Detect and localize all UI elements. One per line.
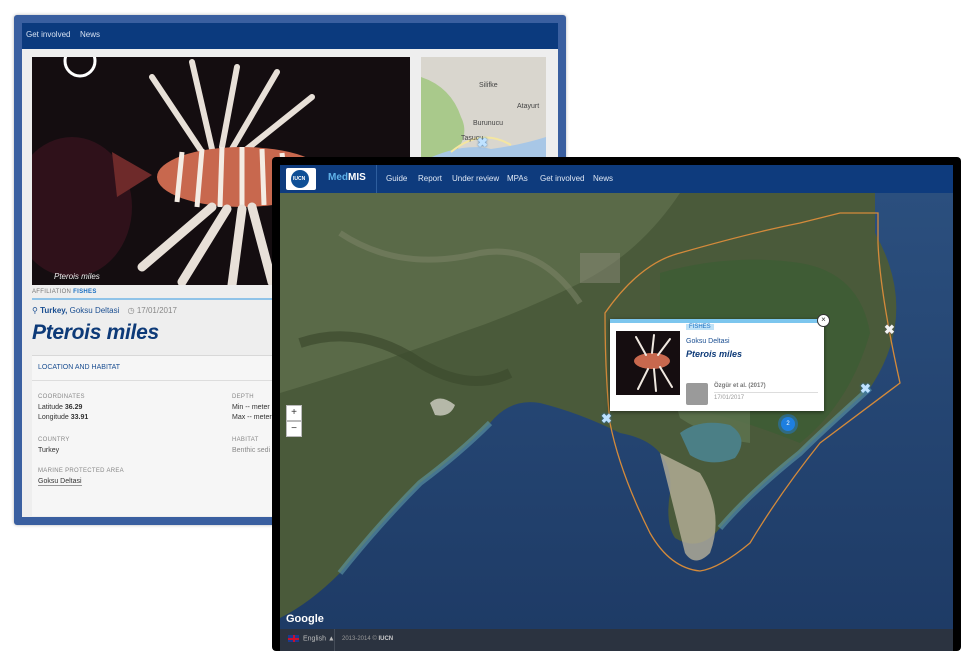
depth-label: DEPTH [232, 394, 254, 400]
iucn-logo[interactable]: IUCN [286, 168, 316, 190]
mpa-link[interactable]: Goksu Deltasi [38, 478, 82, 486]
minimap-terrain [421, 57, 546, 167]
footer-copyright: 2013-2014 © IUCN [342, 636, 393, 642]
map-imagery [280, 193, 953, 629]
latitude-label: Latitude [38, 404, 63, 411]
clock-icon: ◷ [127, 306, 135, 315]
observation-marker-icon[interactable]: ✖ [884, 323, 895, 336]
mpa-label: MARINE PROTECTED AREA [38, 468, 124, 474]
longitude-label: Longitude [38, 414, 69, 421]
longitude-value: 33.91 [70, 414, 89, 421]
zoom-out-button[interactable]: − [286, 421, 302, 437]
latitude-row: Latitude 36.29 [38, 404, 82, 411]
language-selector[interactable]: English ▲ [288, 635, 335, 642]
location-line: ⚲ Turkey, Goksu Deltasi ◷ 17/01/2017 [32, 306, 177, 315]
longitude-row: Longitude 33.91 [38, 414, 88, 421]
observation-marker-icon[interactable]: ✖ [601, 412, 612, 425]
map-pin-icon: ⚲ [32, 306, 38, 315]
author-avatar-icon [686, 383, 708, 405]
affiliation-line: AFFILIATION FISHES [32, 289, 97, 295]
medmis-brand[interactable]: MedMIS [328, 172, 366, 183]
uk-flag-icon [288, 635, 299, 642]
affiliation-label: AFFILIATION [32, 289, 72, 295]
habitat-label: HABITAT [232, 437, 259, 443]
panel-heading: LOCATION AND HABITAT [38, 364, 121, 371]
affiliation-divider [32, 298, 282, 300]
minimap-marker-icon[interactable]: ✖ [477, 136, 488, 149]
map-footer: English ▲ 2013-2014 © IUCN [280, 629, 953, 651]
popup-species-name[interactable]: Pterois miles [686, 349, 742, 359]
back-top-nav: Get involved News [22, 23, 558, 49]
panel-divider [32, 380, 282, 381]
popup-close-button[interactable]: × [817, 314, 830, 327]
marker-cluster[interactable]: 2 [781, 417, 795, 431]
depth-min: Min -- meter [232, 404, 270, 411]
popup-divider [714, 392, 818, 393]
observation-popup: × FISHES Goksu Deltasi Pterois miles Özg… [610, 314, 830, 411]
latitude-value: 36.29 [64, 404, 83, 411]
popup-location[interactable]: Goksu Deltasi [686, 338, 730, 345]
location-site[interactable]: Goksu Deltasi [70, 306, 120, 315]
nav-news[interactable]: News [593, 174, 613, 183]
popup-thumbnail[interactable] [616, 331, 680, 395]
nav-get-involved[interactable]: Get involved [540, 174, 584, 183]
minimap-label-atayurt: Atayurt [517, 103, 540, 110]
language-label: English ▲ [303, 635, 335, 643]
nav-news[interactable]: News [80, 30, 100, 39]
lionfish-thumbnail-image [616, 331, 680, 395]
location-minimap[interactable]: Silifke Atayurt Burunucu Taşucu ✖ [421, 57, 546, 167]
nav-get-involved[interactable]: Get involved [26, 30, 70, 39]
location-country: Turkey, [40, 306, 68, 315]
nav-separator [376, 165, 377, 193]
nav-mpas[interactable]: MPAs [507, 174, 528, 183]
footer-separator [334, 629, 335, 651]
map-window: IUCN MedMIS Guide Report Under review MP… [272, 157, 961, 651]
nav-report[interactable]: Report [418, 174, 442, 183]
popup-affiliation-badge: FISHES [686, 324, 714, 330]
popup-author: Özgür et al. (2017) [714, 383, 766, 389]
nav-under-review[interactable]: Under review [452, 174, 499, 183]
habitat-value: Benthic sedi [232, 447, 271, 454]
minimap-label-burunucu: Burunucu [473, 120, 503, 127]
brand-suffix: MIS [348, 172, 366, 183]
country-value: Turkey [38, 447, 60, 454]
satellite-map[interactable]: + − ✖ ✖ ✖ 2 × FISHES Goksu Deltasi Ptero… [280, 193, 953, 629]
main-nav: IUCN MedMIS Guide Report Under review MP… [280, 165, 953, 193]
species-title: Pterois miles [32, 321, 159, 344]
location-habitat-panel: LOCATION AND HABITAT COORDINATES Latitud… [32, 355, 282, 516]
minimap-label-silifke: Silifke [479, 82, 498, 89]
copyright-years: 2013-2014 © [342, 636, 377, 642]
logo-text: IUCN [293, 176, 306, 182]
nav-guide[interactable]: Guide [386, 174, 407, 183]
google-logo: Google [286, 613, 324, 625]
zoom-in-button[interactable]: + [286, 405, 302, 421]
depth-max: Max -- meter [232, 414, 272, 421]
observation-date: 17/01/2017 [136, 306, 177, 315]
photo-caption: Pterois miles [54, 272, 100, 281]
brand-prefix: Med [328, 172, 348, 183]
observation-marker-icon[interactable]: ✖ [860, 382, 871, 395]
copyright-org: IUCN [378, 636, 394, 642]
coordinates-label: COORDINATES [38, 394, 85, 400]
affiliation-value[interactable]: FISHES [73, 289, 96, 295]
iucn-logo-icon: IUCN [291, 170, 309, 188]
popup-date: 17/01/2017 [714, 395, 745, 401]
country-label: COUNTRY [38, 437, 70, 443]
